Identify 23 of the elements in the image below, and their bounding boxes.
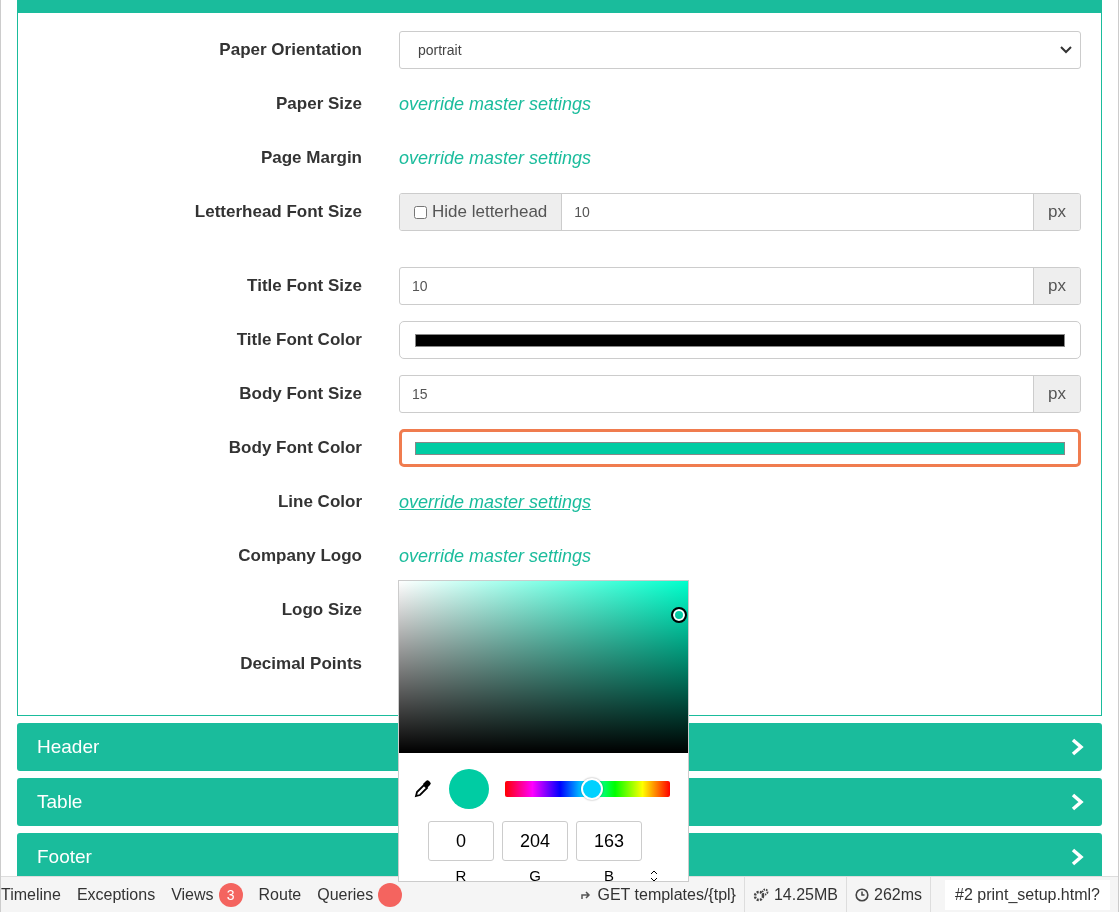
- checkbox-label: Hide letterhead: [432, 202, 548, 222]
- field-label: Paper Size: [276, 94, 362, 114]
- field-label: Page Margin: [260, 148, 362, 168]
- field-label: Decimal Points: [240, 654, 362, 674]
- unit-label: px: [1033, 268, 1080, 304]
- field-label: Letterhead Font Size: [194, 202, 362, 222]
- memory-usage: 14.25MB: [773, 885, 838, 904]
- request-time: 262ms: [874, 885, 922, 904]
- unit-label: px: [1033, 194, 1080, 230]
- field-label: Paper Orientation: [219, 40, 362, 60]
- field-label: Body Font Color: [228, 438, 362, 458]
- unit-label: px: [1033, 376, 1080, 412]
- channel-label: G: [528, 867, 542, 884]
- channel-label: R: [454, 867, 468, 884]
- field-label: Body Font Size: [239, 384, 362, 404]
- field-label: Title Font Color: [236, 330, 362, 350]
- field-label: Logo Size: [281, 600, 362, 620]
- channel-label: B: [603, 867, 615, 884]
- field-label: Company Logo: [238, 546, 362, 566]
- request-route: GET templates/{tpl}: [597, 885, 736, 904]
- field-label: Title Font Size: [247, 276, 362, 296]
- field-label: Line Color: [277, 492, 362, 512]
- count-badge: 3: [218, 882, 243, 907]
